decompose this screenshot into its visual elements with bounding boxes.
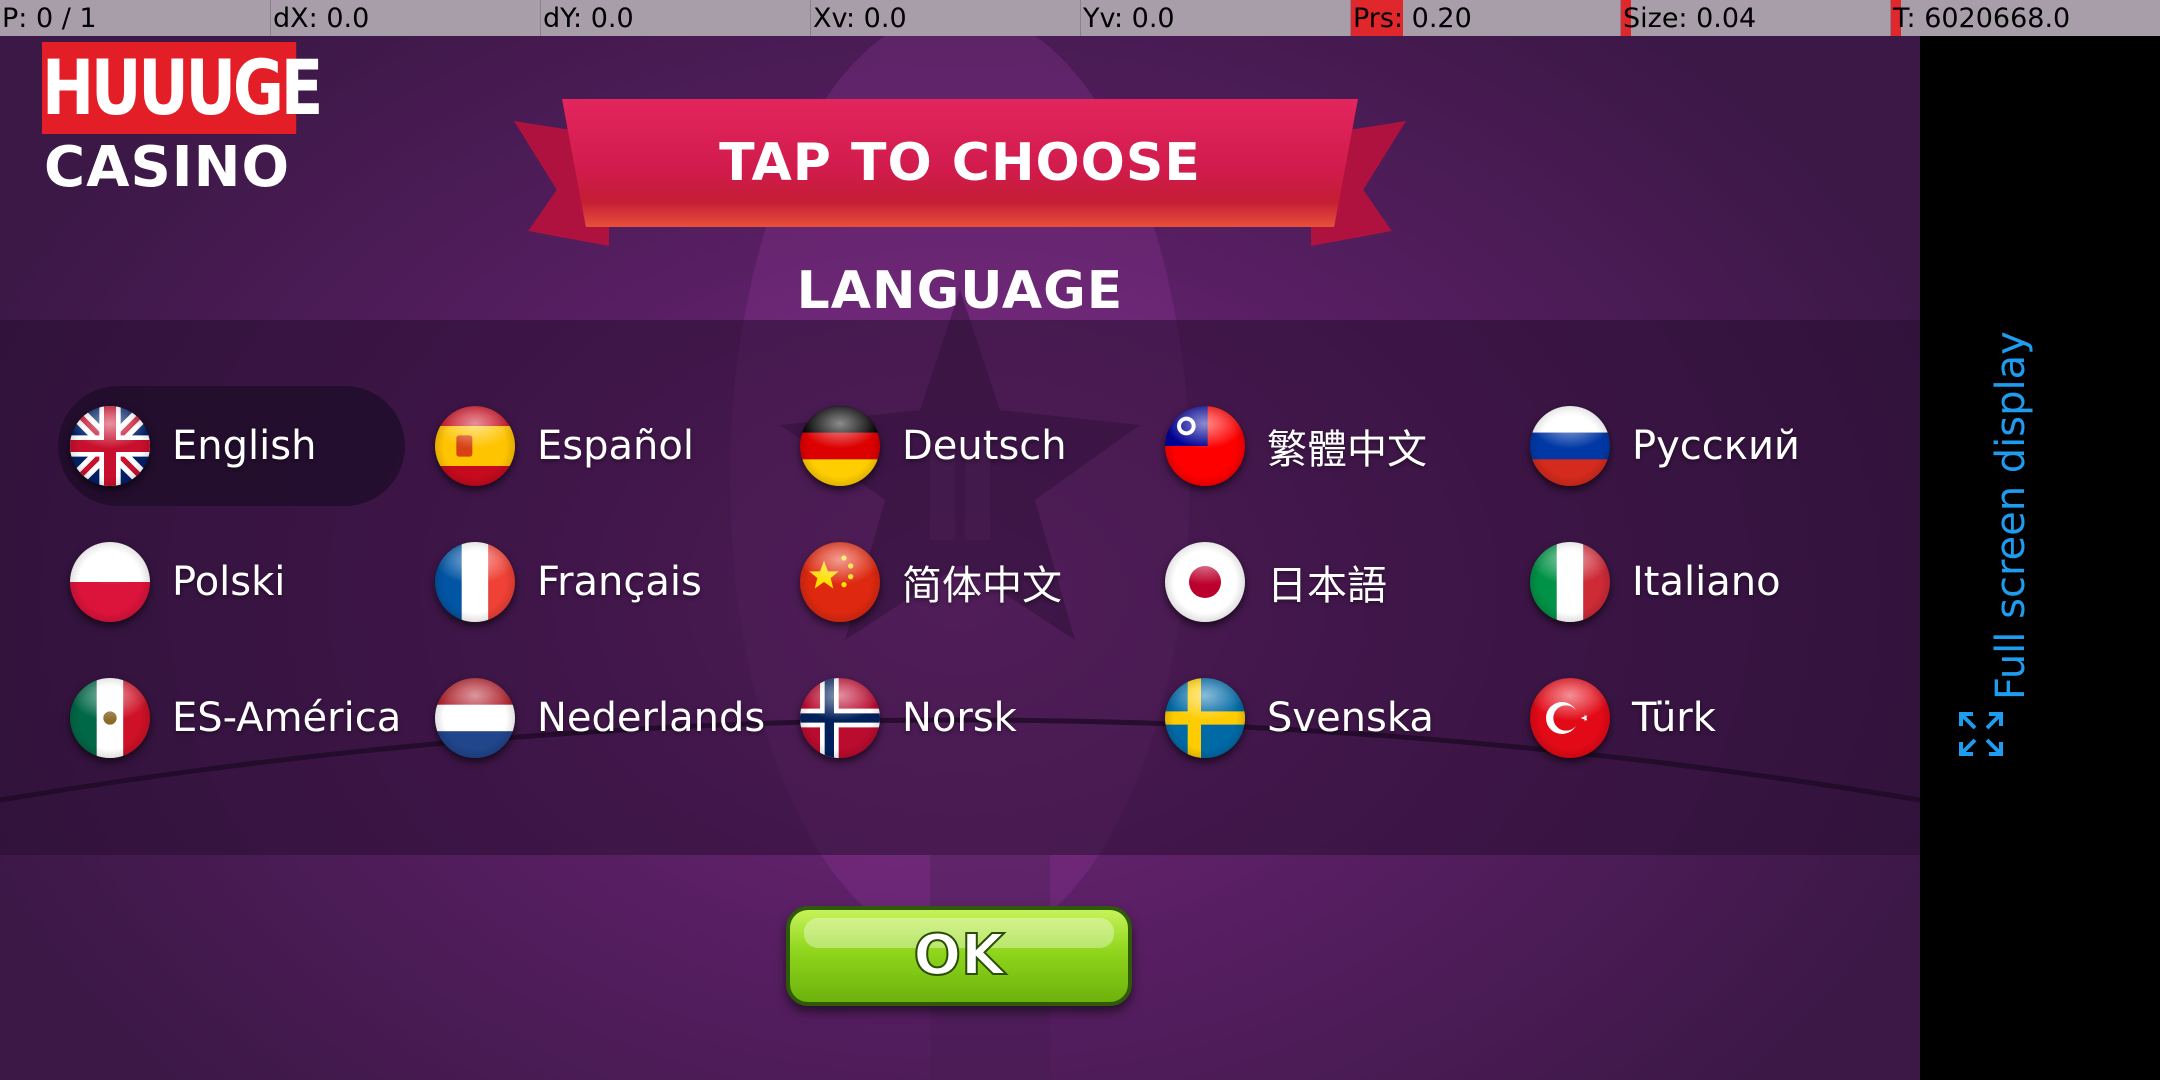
language-label: Norsk (902, 695, 1017, 741)
language-label: English (172, 423, 317, 469)
debug-dx: dX: 0.0 (270, 0, 540, 36)
debug-size: Size: 0.04 (1620, 0, 1890, 36)
language-label: Deutsch (902, 423, 1067, 469)
language-label: Polski (172, 559, 286, 605)
language-option-svenska[interactable]: Svenska (1153, 658, 1434, 778)
uk-flag-icon (70, 406, 150, 486)
language-label: Türk (1632, 695, 1716, 741)
ok-button-label: OK (913, 922, 1006, 989)
language-option-traditional-chinese[interactable]: 繁體中文 (1153, 386, 1427, 506)
language-option-es-america[interactable]: ES-América (58, 658, 401, 778)
japan-flag-icon (1165, 542, 1245, 622)
ok-button[interactable]: OK (786, 906, 1132, 1006)
debug-pressure: Prs: 0.20 (1350, 0, 1620, 36)
china-flag-icon (800, 542, 880, 622)
language-label: Español (537, 423, 694, 469)
language-option-norsk[interactable]: Norsk (788, 658, 1017, 778)
language-label: Italiano (1632, 559, 1781, 605)
debug-xv: Xv: 0.0 (810, 0, 1080, 36)
language-label: Svenska (1267, 695, 1434, 741)
language-label: 繁體中文 (1267, 427, 1427, 473)
language-option-francais[interactable]: Français (423, 522, 702, 642)
pointer-debug-bar: P: 0 / 1 dX: 0.0 dY: 0.0 Xv: 0.0 Yv: 0.0… (0, 0, 2160, 36)
language-label: Nederlands (537, 695, 766, 741)
language-option-polski[interactable]: Polski (58, 522, 285, 642)
language-label: ES-América (172, 695, 402, 741)
turkey-flag-icon (1530, 678, 1610, 758)
language-label: 日本語 (1267, 563, 1387, 609)
taiwan-flag-icon (1165, 406, 1245, 486)
france-flag-icon (435, 542, 515, 622)
italy-flag-icon (1530, 542, 1610, 622)
language-option-simplified-chinese[interactable]: 简体中文 (788, 522, 1062, 642)
logo-casino-text: CASINO (44, 135, 291, 200)
germany-flag-icon (800, 406, 880, 486)
norway-flag-icon (800, 678, 880, 758)
language-option-russian[interactable]: Русский (1518, 386, 1800, 506)
russia-flag-icon (1530, 406, 1610, 486)
banner-title: TAP TO CHOOSE LANGUAGE (719, 133, 1201, 321)
debug-yv: Yv: 0.0 (1080, 0, 1350, 36)
expand-icon (1959, 712, 2003, 756)
game-viewport: HUUUGE CASINO TAP TO CHOOSE LANGUAGE Eng… (0, 0, 1920, 1080)
full-screen-label: Full screen display (1988, 331, 2034, 700)
huuuge-casino-logo: HUUUGE CASINO (42, 42, 323, 202)
language-label: Русский (1632, 423, 1800, 469)
debug-time: T: 6020668.0 (1890, 0, 2160, 36)
language-option-italiano[interactable]: Italiano (1518, 522, 1781, 642)
debug-pointer: P: 0 / 1 (2, 3, 97, 34)
mexico-flag-icon (70, 678, 150, 758)
language-option-turk[interactable]: Türk (1518, 658, 1716, 778)
sweden-flag-icon (1165, 678, 1245, 758)
full-screen-display-button[interactable]: Full screen display (1955, 300, 2065, 770)
logo-huuuge-text: HUUUGE (42, 42, 323, 134)
language-option-nederlands[interactable]: Nederlands (423, 658, 765, 778)
language-option-deutsch[interactable]: Deutsch (788, 386, 1067, 506)
spain-flag-icon (435, 406, 515, 486)
language-label: 简体中文 (902, 563, 1062, 609)
language-option-english[interactable]: English (58, 386, 405, 506)
title-banner: TAP TO CHOOSE LANGUAGE (514, 95, 1406, 321)
language-label: Français (537, 559, 702, 605)
language-option-espanol[interactable]: Español (423, 386, 694, 506)
netherlands-flag-icon (435, 678, 515, 758)
debug-dy: dY: 0.0 (540, 0, 810, 36)
language-option-japanese[interactable]: 日本語 (1153, 522, 1387, 642)
poland-flag-icon (70, 542, 150, 622)
